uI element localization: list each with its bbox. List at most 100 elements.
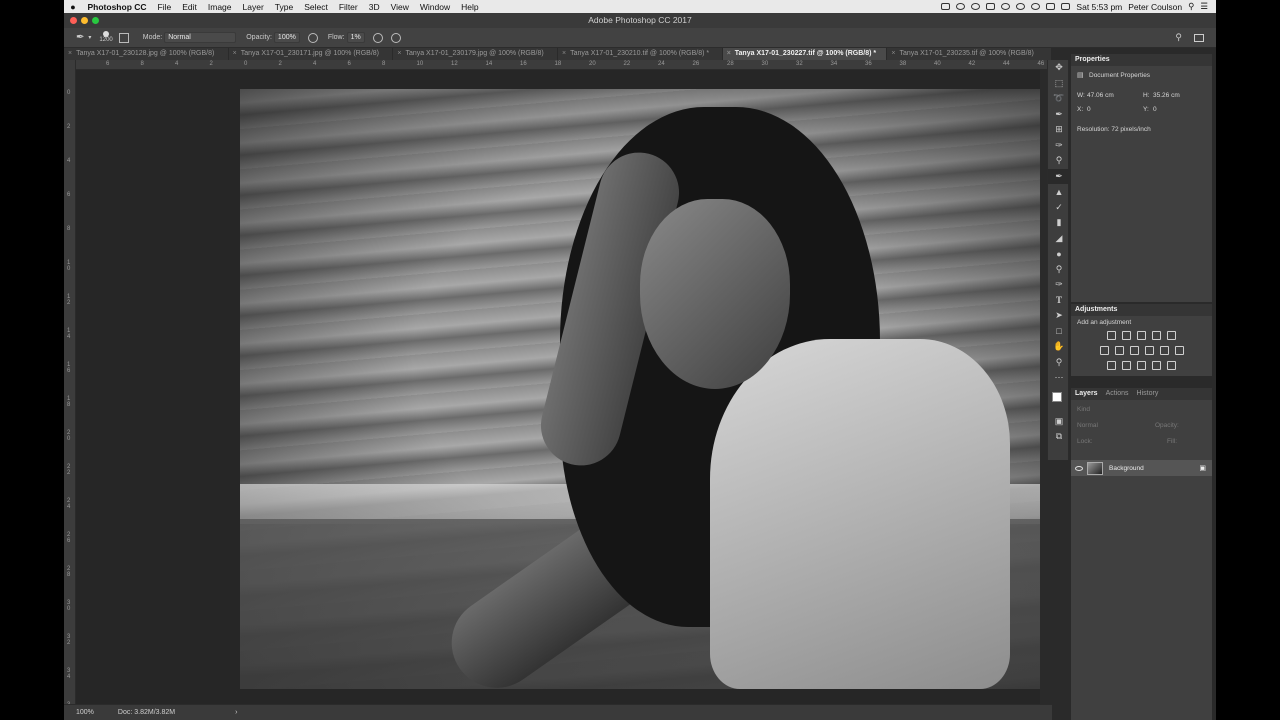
marquee-icon[interactable]: ⬚ [1048, 76, 1070, 92]
mode-select[interactable]: Normal [164, 32, 237, 43]
doc-size[interactable]: Doc: 3.82M/3.82M [118, 709, 175, 716]
document-image[interactable] [240, 89, 1040, 689]
close-tab-icon[interactable]: × [397, 50, 401, 57]
tab-actions[interactable]: Actions [1106, 388, 1129, 400]
opacity-input[interactable]: 100% [273, 32, 300, 43]
photo-filter-icon[interactable] [1144, 346, 1154, 355]
gradient-icon[interactable]: ◢ [1048, 231, 1070, 247]
quick-select-icon[interactable]: ✒ [1048, 107, 1070, 123]
menu-select[interactable]: Select [299, 2, 334, 12]
zoom-level[interactable]: 100% [76, 709, 94, 716]
menu-window[interactable]: Window [414, 2, 455, 12]
history-brush-icon[interactable]: ✓ [1048, 200, 1070, 216]
properties-tab[interactable]: Properties [1071, 54, 1212, 66]
exposure-icon[interactable] [1152, 331, 1161, 340]
zoom-icon[interactable]: ⚲ [1048, 355, 1070, 371]
airbrush-icon[interactable] [372, 32, 383, 43]
menu-image[interactable]: Image [202, 2, 237, 12]
type-icon[interactable]: T [1048, 293, 1070, 309]
volume-icon[interactable] [1046, 3, 1056, 10]
brush-icon[interactable]: ✒ [1048, 168, 1070, 184]
adjustments-tab[interactable]: Adjustments [1071, 304, 1212, 316]
brush-tool-preset-icon[interactable]: ✒ [76, 32, 84, 43]
minimize-window-icon[interactable] [81, 17, 88, 24]
layer-row-background[interactable]: Background ▣ [1071, 460, 1212, 476]
color-lookup-icon[interactable] [1174, 346, 1184, 355]
doc-tab[interactable]: × Tanya X17-01_230235.tif @ 100% (RGB/8) [887, 48, 1052, 60]
pressure-opacity-icon[interactable] [307, 32, 318, 43]
brush-caret-icon[interactable]: ▾ [88, 34, 91, 41]
color-swatches[interactable] [1048, 386, 1068, 414]
menu-view[interactable]: View [385, 2, 414, 12]
hue-saturation-icon[interactable] [1099, 346, 1109, 355]
clock[interactable]: Sat 5:53 pm [1076, 2, 1122, 12]
ruler-vertical[interactable]: 0 2 4 6 8 1 0 1 2 1 4 1 6 1 8 2 0 2 2 2 4 2 6 2 8 3 0 3 … [64, 60, 76, 714]
menu-filter[interactable]: Filter [333, 2, 363, 12]
display-icon[interactable] [986, 3, 996, 10]
wifi-icon[interactable] [1031, 3, 1041, 10]
rectangle-icon[interactable]: □ [1048, 324, 1070, 340]
brush-size-picker[interactable]: 1200 [99, 31, 113, 44]
eyedropper-icon[interactable]: ✑ [1048, 138, 1070, 154]
canvas-area[interactable] [76, 70, 1040, 704]
search-icon[interactable]: ⚲ [1175, 32, 1182, 43]
time-machine-icon[interactable] [1001, 3, 1011, 10]
width-value[interactable]: 47.06 cm [1087, 92, 1114, 99]
threshold-icon[interactable] [1137, 361, 1146, 370]
dodge-icon[interactable]: ⚲ [1048, 262, 1070, 278]
blur-icon[interactable]: ● [1048, 246, 1070, 262]
menu-type[interactable]: Type [269, 2, 298, 12]
layer-name[interactable]: Background [1109, 465, 1144, 472]
foreground-color-swatch[interactable] [1052, 391, 1062, 402]
doc-tab[interactable]: × Tanya X17-01_230171.jpg @ 100% (RGB/8) [229, 48, 394, 60]
channel-mixer-icon[interactable] [1159, 346, 1169, 355]
apple-icon[interactable]: ● [64, 2, 82, 12]
quick-mask-icon[interactable]: ▣ [1048, 414, 1070, 430]
sync-icon[interactable] [971, 3, 981, 10]
search-icon[interactable]: ⚲ [1188, 1, 1194, 12]
x-value[interactable]: 0 [1087, 106, 1091, 113]
bluetooth-icon[interactable] [1016, 3, 1026, 10]
hand-icon[interactable]: ✋ [1048, 339, 1070, 355]
close-tab-icon[interactable]: × [562, 50, 566, 57]
tab-layers[interactable]: Layers [1075, 388, 1098, 400]
notification-center-icon[interactable]: ☰ [1200, 1, 1208, 12]
menu-layer[interactable]: Layer [237, 2, 269, 12]
selective-color-icon[interactable] [1167, 361, 1176, 370]
menu-app[interactable]: Photoshop CC [82, 2, 152, 12]
more-icon[interactable]: ⋯ [1048, 370, 1070, 386]
close-tab-icon[interactable]: × [233, 50, 237, 57]
lasso-icon[interactable]: ➰ [1048, 91, 1070, 107]
brush-panel-icon[interactable] [118, 32, 129, 43]
height-value[interactable]: 35.26 cm [1153, 92, 1180, 99]
y-value[interactable]: 0 [1153, 106, 1157, 113]
path-select-icon[interactable]: ➤ [1048, 308, 1070, 324]
levels-icon[interactable] [1122, 331, 1131, 340]
close-tab-icon[interactable]: × [891, 50, 895, 57]
screen-icon[interactable] [941, 3, 951, 10]
screen-mode-icon[interactable]: ⧉ [1048, 429, 1070, 445]
color-balance-icon[interactable] [1114, 346, 1124, 355]
pen-icon[interactable]: ✑ [1048, 277, 1070, 293]
zoom-window-icon[interactable] [92, 17, 99, 24]
healing-icon[interactable]: ⚲ [1048, 153, 1070, 169]
pressure-size-icon[interactable] [390, 32, 401, 43]
lock-icon[interactable]: ▣ [1199, 464, 1206, 472]
layer-filter-kind[interactable]: Kind [1077, 406, 1090, 413]
doc-tab[interactable]: × Tanya X17-01_230179.jpg @ 100% (RGB/8) [393, 48, 559, 60]
flow-input[interactable]: 1% [346, 32, 365, 43]
doc-tab[interactable]: × Tanya X17-01_230128.jpg @ 100% (RGB/8) [64, 48, 229, 60]
layer-blend-mode[interactable]: Normal [1077, 422, 1098, 429]
curves-icon[interactable] [1137, 331, 1146, 340]
menu-edit[interactable]: Edit [177, 2, 203, 12]
invert-icon[interactable] [1107, 361, 1116, 370]
tab-history[interactable]: History [1137, 388, 1159, 400]
move-icon[interactable]: ✥ [1048, 60, 1070, 76]
workspace-icon[interactable] [1194, 33, 1204, 42]
vibrance-icon[interactable] [1167, 331, 1176, 340]
visibility-eye-icon[interactable] [1075, 465, 1083, 471]
doc-tab-active[interactable]: × Tanya X17-01_230227.tif @ 100% (RGB/8) … [722, 48, 888, 60]
creative-cloud-icon[interactable] [956, 3, 966, 10]
menu-help[interactable]: Help [456, 2, 484, 12]
close-tab-icon[interactable]: × [727, 50, 731, 57]
